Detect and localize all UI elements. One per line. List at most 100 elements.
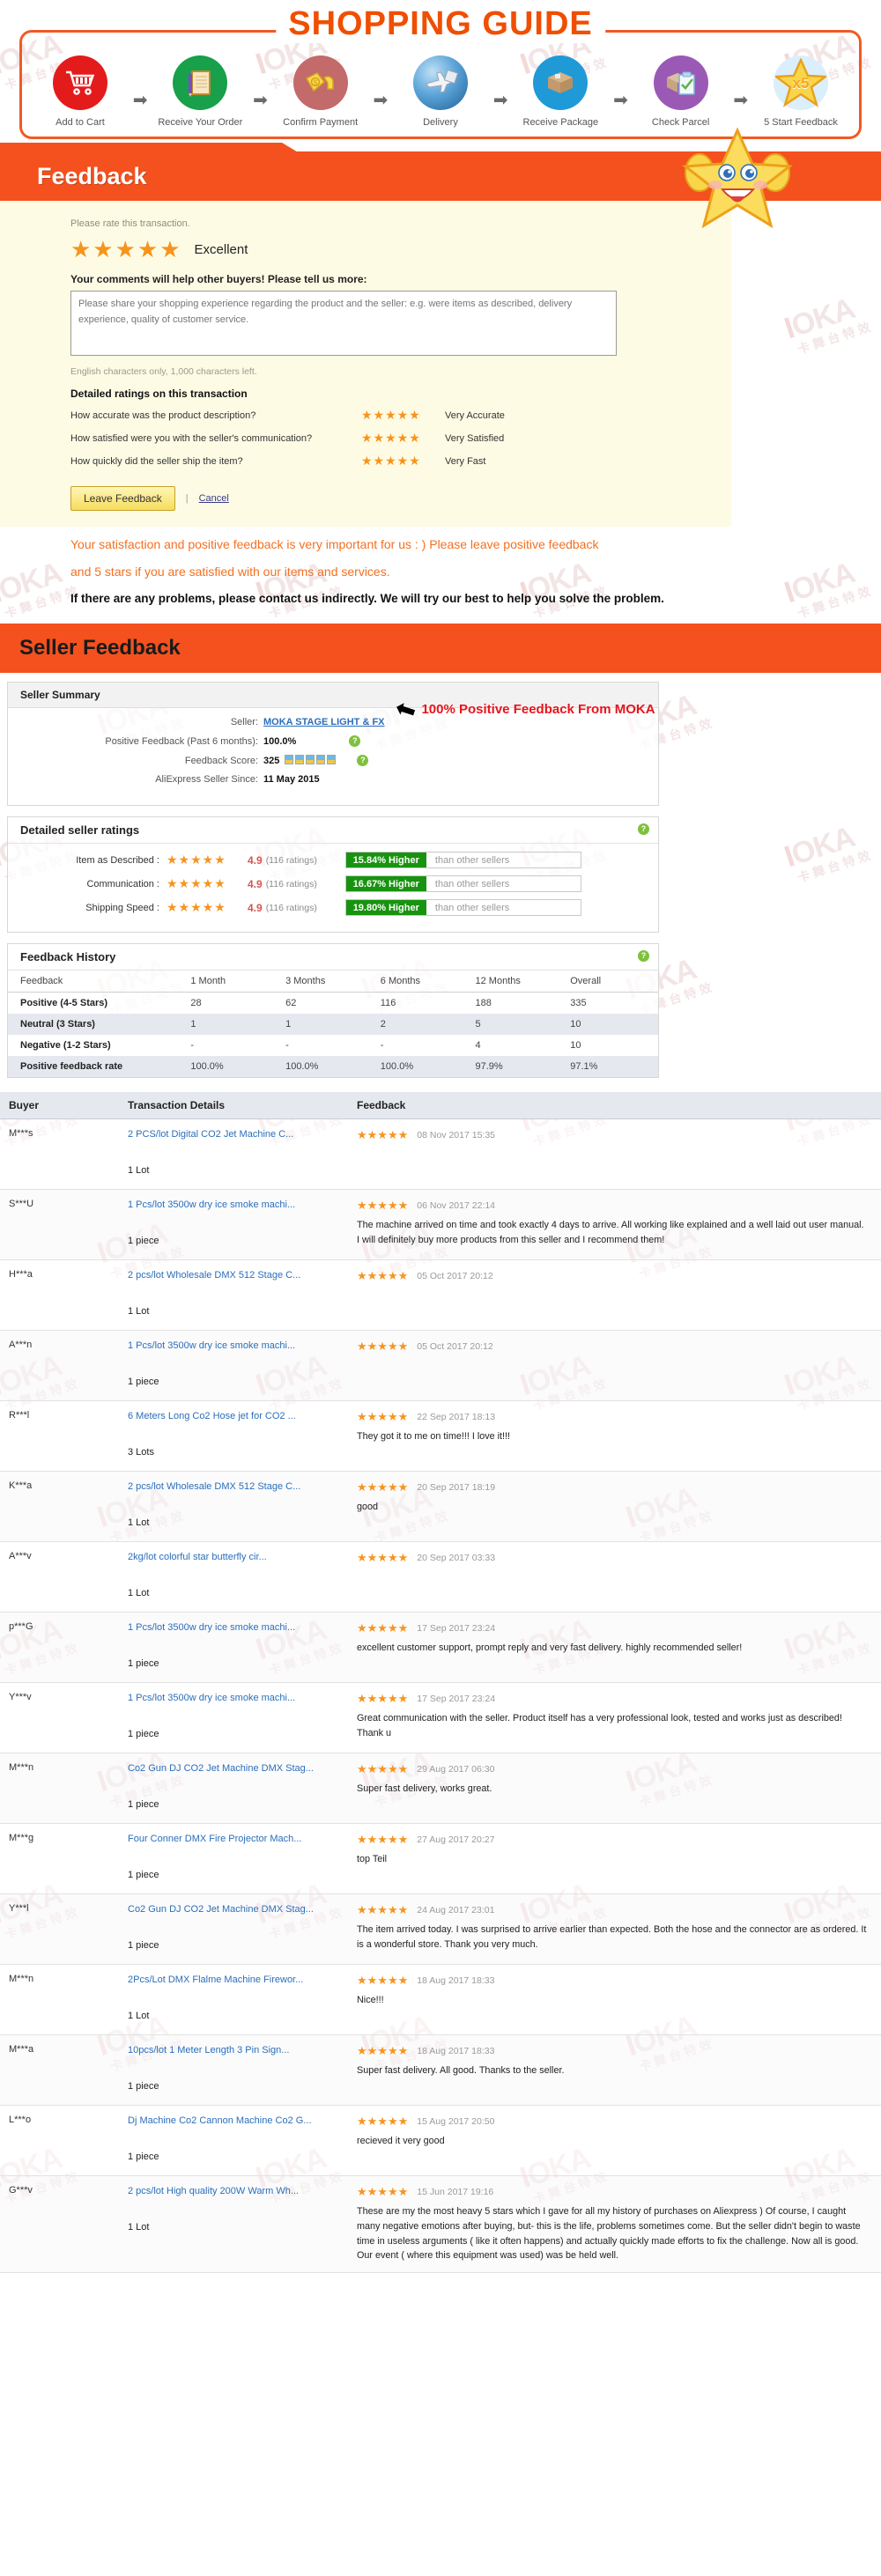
buyer-name: p***G [9,1621,33,1633]
table-header-row: Feedback 1 Month 3 Months 6 Months 12 Mo… [8,970,658,993]
buyer-name: A***v [9,1551,32,1562]
seller-summary-row-positive-feedback: Positive Feedback (Past 6 months): 100.0… [8,735,646,748]
bf-col-buyer: Buyer [9,1099,40,1112]
buyer-name: M***s [9,1128,33,1140]
help-icon[interactable]: ? [638,823,649,836]
feedback-comment: top Teil [357,1854,388,1865]
product-link[interactable]: Co2 Gun DJ CO2 Jet Machine DMX Stag... [128,1903,317,1917]
dsr-row-shipping-speed: Shipping Speed : ★★★★★ 4.9 (116 ratings)… [8,899,658,917]
order-note-icon [173,55,228,110]
feedback-stars: ★★★★★ [357,2044,409,2058]
help-icon[interactable]: ? [357,755,369,767]
seller-summary-row-feedback-score: Feedback Score: 325 ? [8,755,646,767]
detailed-rating-stars[interactable]: ★★★★★ [361,431,445,446]
buyer-name: G***v [9,2185,33,2196]
product-link[interactable]: 2 pcs/lot Wholesale DMX 512 Stage C... [128,1269,317,1283]
checklist-parcel-icon [653,55,708,110]
guide-step-label: Add to Cart [56,117,105,128]
shopping-guide-steps: Add to Cart ➡ Receive Your Order ➡ $ Con… [31,55,850,128]
help-icon[interactable]: ? [349,735,361,748]
buyer-name: L***o [9,2115,32,2126]
feedback-date: 06 Nov 2017 22:14 [417,1200,496,1212]
dsr-rating-count: (116 ratings) [265,854,317,866]
cancel-link[interactable]: Cancel [199,493,229,504]
shopping-guide-box: Add to Cart ➡ Receive Your Order ➡ $ Con… [19,30,862,139]
quantity-label: 1 Lot [128,1588,150,1599]
feedback-comment: The item arrived today. I was surprised … [357,1924,867,1950]
buyer-name: K***a [9,1480,33,1492]
detailed-ratings-title: Detailed ratings on this transaction [70,388,248,400]
row-key: Positive Feedback (Past 6 months): [105,735,258,747]
table-row: p***G 1 Pcs/lot 3500w dry ice smoke machi… [0,1613,881,1684]
money-payment-icon: $ [292,55,348,110]
table-row: Y***l Co2 Gun DJ CO2 Jet Machine DMX Stag… [0,1894,881,1966]
quantity-label: 1 Lot [128,1306,150,1318]
product-link[interactable]: 10pcs/lot 1 Meter Length 3 Pin Sign... [128,2044,317,2058]
fh-col-feedback: Feedback [8,970,184,993]
product-link[interactable]: 2 PCS/lot Digital CO2 Jet Machine C... [128,1128,317,1142]
feedback-date: 18 Aug 2017 18:33 [417,2046,495,2057]
feedback-history-header: Feedback History ? [8,944,658,970]
table-row: Y***v 1 Pcs/lot 3500w dry ice smoke machi… [0,1683,881,1754]
product-link[interactable]: 2Pcs/Lot DMX Flalme Machine Firewor... [128,1974,317,1988]
product-link[interactable]: Four Conner DMX Fire Projector Mach... [128,1833,317,1847]
fh-cell: 10 [570,1040,581,1052]
table-row: L***o Dj Machine Co2 Cannon Machine Co2 G… [0,2106,881,2177]
feedback-comment: These are my the most heavy 5 stars whic… [357,2206,861,2262]
dsr-comparison-label: than other sellers [426,900,519,916]
quantity-label: 1 Lot [128,1517,150,1529]
arrow-right-icon: ➡ [733,90,749,110]
product-link[interactable]: 1 Pcs/lot 3500w dry ice smoke machi... [128,1692,317,1706]
product-link[interactable]: 2 pcs/lot High quality 200W Warm Wh... [128,2185,317,2199]
product-link[interactable]: 2 pcs/lot Wholesale DMX 512 Stage C... [128,1480,317,1495]
fh-cell: 5 [468,1014,564,1036]
dsr-comparison-value: 15.84% Higher [345,853,426,868]
product-link[interactable]: Co2 Gun DJ CO2 Jet Machine DMX Stag... [128,1762,317,1776]
feedback-date: 08 Nov 2017 15:35 [417,1130,496,1141]
arrow-right-icon: ➡ [253,90,268,110]
row-key: Feedback Score: [184,755,258,766]
seller-summary-row-seller-since: AliExpress Seller Since: 11 May 2015 [8,774,646,785]
fh-cell: 1 [183,1014,279,1036]
fh-cell: 97.1% [563,1056,658,1078]
quantity-label: 1 Lot [128,2222,150,2233]
buyer-name: M***n [9,1974,34,1985]
product-link[interactable]: 2kg/lot colorful star butterfly cir... [128,1551,317,1565]
fh-col-3-months: 3 Months [278,970,374,993]
product-link[interactable]: 1 Pcs/lot 3500w dry ice smoke machi... [128,1340,317,1354]
guide-step-receive-package: Receive Package [516,55,604,128]
product-link[interactable]: 1 Pcs/lot 3500w dry ice smoke machi... [128,1199,317,1213]
help-icon[interactable]: ? [638,950,649,963]
feedback-stars: ★★★★★ [357,1199,409,1213]
dsr-score: 4.9 [248,853,263,867]
feedback-score-value: 325 [263,755,280,766]
product-link[interactable]: Dj Machine Co2 Cannon Machine Co2 G... [128,2115,317,2129]
buyer-feedback-header-row: Buyer Transaction Details Feedback [0,1092,881,1120]
product-link[interactable]: 6 Meters Long Co2 Hose jet for CO2 ... [128,1410,317,1424]
buyer-name: H***a [9,1269,33,1281]
feedback-date: 18 Aug 2017 18:33 [417,1975,495,1987]
buyer-name: A***n [9,1340,33,1351]
svg-text:$: $ [313,78,317,87]
dsr-rating-count: (116 ratings) [265,878,317,889]
dsr-label: Communication : [86,878,159,889]
seller-name-link[interactable]: MOKA STAGE LIGHT & FX [263,717,385,727]
fh-col-overall: Overall [563,970,658,993]
fh-cell: 4 [475,1040,481,1052]
feedback-date: 17 Sep 2017 23:24 [417,1694,496,1705]
bf-col-transaction-details: Transaction Details [128,1099,226,1112]
feedback-stars: ★★★★★ [357,1410,409,1424]
feedback-comment: Super fast delivery, works great. [357,1783,492,1795]
buyer-name: S***U [9,1199,34,1210]
detailed-rating-stars[interactable]: ★★★★★ [361,454,445,469]
comment-textarea[interactable] [70,291,617,356]
overall-rating-stars[interactable]: ★★★★★ [70,238,182,261]
fh-row-label: Negative (1-2 Stars) [20,1040,111,1052]
table-row: M***g Four Conner DMX Fire Projector Mach… [0,1824,881,1895]
buyer-name: Y***l [9,1903,29,1915]
detailed-rating-stars[interactable]: ★★★★★ [361,408,445,423]
guide-step-label: Receive Your Order [158,117,243,128]
leave-feedback-button[interactable]: Leave Feedback [70,486,175,511]
product-link[interactable]: 1 Pcs/lot 3500w dry ice smoke machi... [128,1621,317,1635]
fh-row-label: Positive feedback rate [8,1056,184,1078]
